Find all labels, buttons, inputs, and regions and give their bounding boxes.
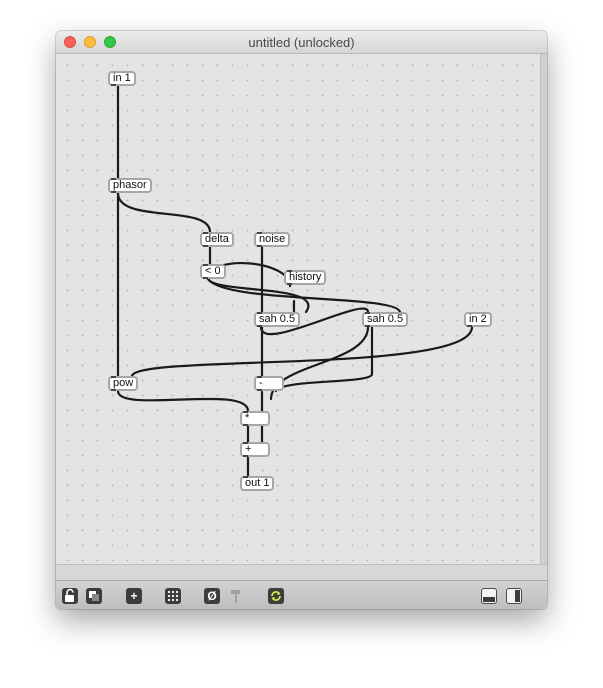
title-bar[interactable]: untitled (unlocked) <box>56 31 547 54</box>
patcher-window: untitled (unlocked) in 1 phasor delta no… <box>56 31 547 609</box>
object-phasor[interactable]: phasor <box>108 178 152 193</box>
patch-cord <box>116 389 250 413</box>
mute-icon[interactable]: Ø <box>204 588 220 604</box>
object-out-1[interactable]: out 1 <box>240 476 275 491</box>
status-bar <box>56 564 547 581</box>
object-in-2[interactable]: in 2 <box>464 312 492 327</box>
patch-cord <box>269 325 370 401</box>
object-in-1[interactable]: in 1 <box>108 71 136 86</box>
new-object-button[interactable]: + <box>126 588 142 604</box>
window-title: untitled (unlocked) <box>248 35 355 50</box>
vertical-scrollbar[interactable] <box>540 54 547 564</box>
object-sah-a[interactable]: sah 0.5 <box>254 312 301 327</box>
object-multiply[interactable]: * <box>240 411 270 426</box>
object-pow[interactable]: pow <box>108 376 139 391</box>
hammer-icon <box>228 588 244 604</box>
presentation-icon[interactable] <box>86 588 102 604</box>
patch-cords <box>116 84 474 478</box>
refresh-icon[interactable] <box>268 588 284 604</box>
object-less-than-zero[interactable]: < 0 <box>200 264 226 279</box>
side-panel-icon[interactable] <box>506 588 522 604</box>
object-plus[interactable]: + <box>240 442 270 457</box>
object-delta[interactable]: delta <box>200 232 234 247</box>
object-minus[interactable]: - <box>254 376 284 391</box>
object-noise[interactable]: noise <box>254 232 291 247</box>
object-sah-b[interactable]: sah 0.5 <box>362 312 409 327</box>
patcher-toolbar: + Ø <box>56 580 547 609</box>
patch-cord <box>116 191 212 234</box>
patcher-canvas[interactable]: in 1 phasor delta noise < 0 history sah … <box>56 54 541 564</box>
grid-icon[interactable] <box>165 588 181 604</box>
patch-cord <box>130 325 474 378</box>
bottom-panel-icon[interactable] <box>481 588 497 604</box>
object-history[interactable]: history <box>284 270 327 285</box>
lock-icon[interactable] <box>62 588 78 604</box>
